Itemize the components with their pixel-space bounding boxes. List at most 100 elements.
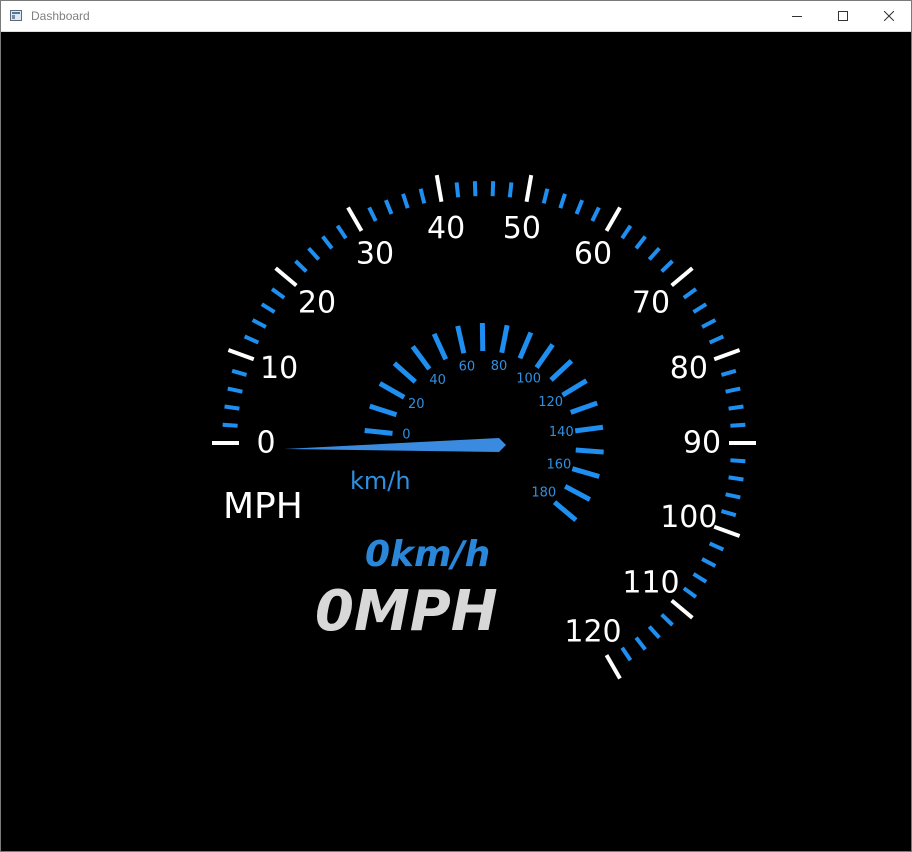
mph-minor-tick [620, 224, 633, 240]
mph-minor-tick [270, 287, 286, 300]
mph-scale-label: 70 [632, 285, 670, 320]
mph-minor-tick [660, 613, 674, 627]
kmh-tick [392, 361, 417, 384]
mph-minor-tick [701, 318, 717, 329]
mph-major-tick [274, 266, 298, 288]
mph-minor-tick [728, 475, 744, 482]
mph-major-tick [670, 266, 694, 288]
mph-minor-tick [251, 318, 267, 329]
kmh-tick [378, 381, 406, 400]
app-window: Dashboard 0 10 20 30 40 50 60 70 80 90 100 110 120 0… [0, 0, 912, 852]
kmh-tick [534, 343, 555, 369]
mph-major-tick [524, 174, 534, 203]
mph-minor-tick [558, 193, 567, 209]
mph-minor-tick [720, 509, 737, 518]
mph-minor-tick [620, 646, 633, 662]
mph-scale-label: 10 [260, 351, 298, 386]
mph-minor-tick [660, 259, 674, 273]
kmh-tick [563, 484, 592, 502]
mph-minor-tick [335, 224, 348, 240]
kmh-tick [499, 324, 510, 354]
mph-minor-tick [692, 302, 708, 314]
mph-scale-label: 60 [574, 237, 612, 272]
mph-minor-tick [590, 206, 601, 222]
mph-scale-label: 100 [660, 500, 717, 535]
kmh-scale-label: 40 [429, 373, 446, 388]
mph-scale-label: 120 [564, 614, 621, 649]
mph-minor-tick [231, 368, 248, 377]
mph-minor-tick [708, 334, 725, 345]
mph-minor-tick [454, 182, 461, 198]
close-button[interactable] [866, 1, 912, 31]
kmh-tick [364, 427, 393, 436]
mph-minor-tick [490, 181, 496, 197]
kmh-tick [571, 466, 600, 479]
kmh-tick [569, 400, 598, 415]
kmh-scale-label: 80 [491, 359, 508, 374]
mph-major-tick [346, 206, 364, 232]
window-title: Dashboard [31, 9, 90, 23]
kmh-scale-label: 120 [538, 395, 563, 410]
mph-scale-label: 30 [356, 237, 394, 272]
app-icon [10, 10, 22, 21]
mph-minor-tick [725, 386, 741, 394]
kmh-scale-label: 180 [531, 486, 556, 501]
mph-scale-label: 80 [670, 351, 708, 386]
kmh-scale-label: 20 [408, 397, 425, 412]
kmh-tick [369, 403, 398, 418]
mph-major-tick [227, 348, 255, 362]
mph-minor-tick [725, 492, 741, 500]
kmh-scale-label: 60 [459, 359, 476, 374]
mph-scale-label: 40 [427, 211, 465, 246]
kmh-tick [574, 424, 604, 434]
mph-major-tick [670, 598, 694, 620]
mph-minor-tick [647, 246, 661, 261]
mph-major-tick [713, 524, 741, 538]
mph-minor-tick [682, 586, 698, 599]
kmh-tick [561, 378, 588, 398]
mph-minor-tick [418, 188, 427, 204]
kmh-scale-label: 140 [549, 425, 574, 440]
kmh-readout: 0km/h [365, 534, 490, 575]
maximize-icon [838, 11, 848, 21]
mph-minor-tick [367, 206, 378, 222]
kmh-unit-label: km/h [350, 467, 411, 495]
mph-minor-tick [701, 557, 717, 568]
dashboard-canvas: 0 10 20 30 40 50 60 70 80 90 100 110 120 0 20 40 60 80 10… [1, 32, 911, 851]
mph-minor-tick [472, 181, 478, 197]
kmh-tick [575, 447, 604, 455]
mph-minor-tick [541, 188, 550, 204]
minimize-icon [792, 16, 802, 17]
mph-unit-label: MPH [223, 486, 303, 527]
mph-minor-tick [682, 287, 698, 300]
mph-minor-tick [222, 422, 238, 428]
mph-minor-tick [294, 259, 308, 273]
mph-scale-label: 90 [683, 426, 721, 461]
mph-major-tick [604, 206, 622, 232]
mph-minor-tick [730, 458, 746, 464]
maximize-button[interactable] [820, 1, 866, 31]
mph-minor-tick [708, 541, 725, 552]
mph-minor-tick [692, 572, 708, 584]
mph-scale-label: 20 [298, 285, 336, 320]
kmh-tick [410, 344, 432, 371]
mph-minor-tick [224, 404, 240, 411]
kmh-tick [517, 331, 534, 360]
mph-minor-tick [307, 246, 321, 261]
minimize-button[interactable] [774, 1, 820, 31]
mph-minor-tick [634, 636, 647, 651]
kmh-scale-label: 0 [402, 427, 410, 442]
mph-scale-label: 50 [503, 211, 541, 246]
close-icon [884, 11, 894, 21]
speedometer-gauge: 010203040 5060708090100110120 0204060 8010… [212, 174, 756, 680]
mph-readout: 0MPH [315, 579, 498, 644]
title-bar[interactable]: Dashboard [1, 1, 911, 32]
mph-minor-tick [634, 235, 647, 250]
kmh-tick [431, 332, 449, 361]
speed-needle [284, 438, 506, 452]
kmh-scale-label: 160 [546, 457, 571, 472]
mph-minor-tick [227, 386, 243, 394]
mph-minor-tick [507, 182, 514, 198]
kmh-tick [552, 500, 578, 523]
kmh-scale-label: 100 [516, 372, 541, 387]
